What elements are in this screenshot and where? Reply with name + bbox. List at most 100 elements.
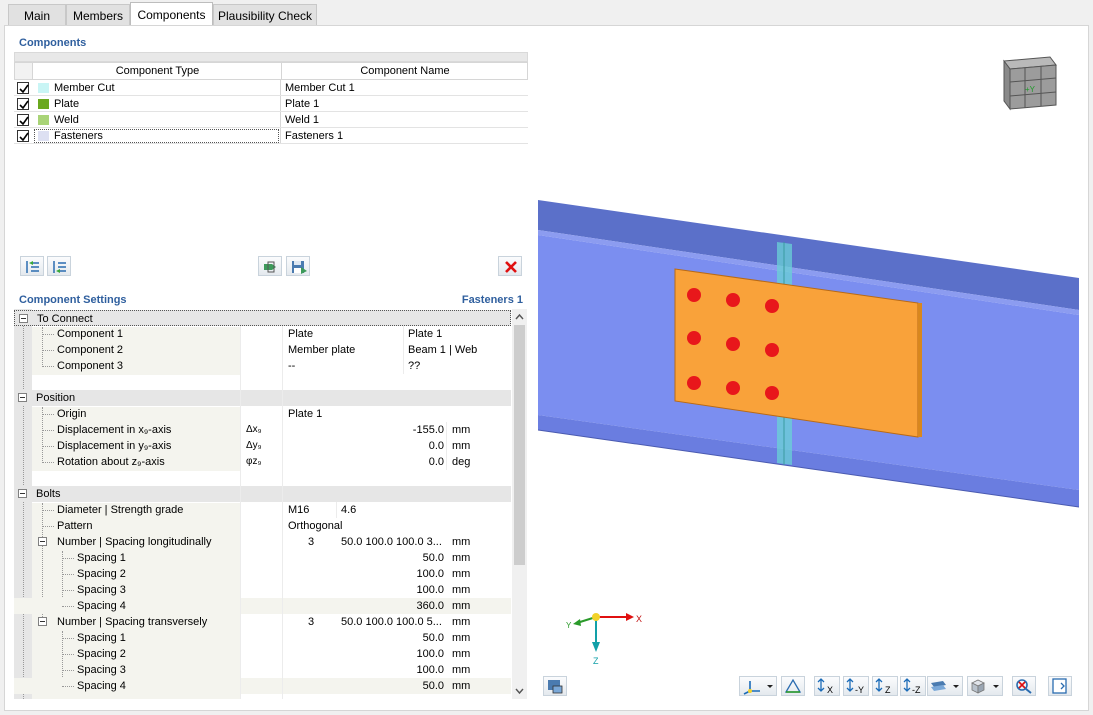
color-swatch bbox=[38, 83, 49, 93]
import-component-button[interactable] bbox=[258, 256, 282, 276]
zoom-reset-icon bbox=[1014, 677, 1034, 695]
svg-text:X: X bbox=[827, 685, 833, 695]
setting-row[interactable]: Spacing 2 100.0 mm bbox=[14, 646, 511, 662]
tab-members[interactable]: Members bbox=[66, 4, 130, 26]
collapse-icon[interactable] bbox=[18, 393, 27, 402]
setting-row[interactable]: Spacing 4 360.0 mm bbox=[14, 598, 511, 614]
visibility-dropdown[interactable] bbox=[927, 676, 963, 696]
setting-row[interactable]: Spacing 3 100.0 mm bbox=[14, 662, 511, 678]
collapse-icon[interactable] bbox=[38, 617, 47, 626]
axis-triad-icon: X Y Z bbox=[566, 600, 656, 670]
grid-header-top bbox=[14, 52, 528, 62]
group-bolts[interactable]: Bolts bbox=[14, 486, 511, 502]
move-down-button[interactable] bbox=[47, 256, 71, 276]
scroll-thumb[interactable] bbox=[514, 325, 525, 565]
3d-view[interactable]: +Y X Y Z X -Y Z -Z bbox=[538, 35, 1079, 703]
checkbox[interactable] bbox=[17, 82, 29, 94]
tab-main[interactable]: Main bbox=[8, 4, 66, 26]
group-position[interactable]: Position bbox=[14, 390, 511, 406]
setting-row[interactable]: Displacement in y₉-axis Δy₉ 0.0 mm bbox=[14, 438, 511, 454]
components-section-title: Components bbox=[19, 37, 86, 49]
svg-text:-Z: -Z bbox=[912, 685, 921, 695]
setting-row[interactable]: Origin Plate 1 bbox=[14, 406, 511, 422]
render-mode-icon bbox=[783, 677, 803, 695]
table-row[interactable]: Member Cut Member Cut 1 bbox=[14, 80, 528, 96]
view-x-button[interactable]: X bbox=[814, 676, 840, 696]
zoom-reset-button[interactable] bbox=[1012, 676, 1036, 696]
component-type-cell: Weld bbox=[54, 112, 79, 128]
move-up-button[interactable] bbox=[20, 256, 44, 276]
tab-components[interactable]: Components bbox=[130, 2, 213, 26]
header-component-type[interactable]: Component Type bbox=[34, 63, 282, 79]
tab-bar: Main Members Components Plausibility Che… bbox=[0, 0, 1093, 26]
svg-text:Z: Z bbox=[885, 685, 891, 695]
collapse-icon[interactable] bbox=[18, 489, 27, 498]
move-up-icon bbox=[24, 259, 42, 275]
setting-row[interactable]: Spacing 1 50.0 mm bbox=[14, 630, 511, 646]
view-minus-z-button[interactable]: -Z bbox=[900, 676, 926, 696]
components-grid-header: Component Type Component Name bbox=[14, 62, 528, 80]
save-component-button[interactable] bbox=[286, 256, 310, 276]
setting-row[interactable]: Number | Spacing longitudinally 3 50.0 1… bbox=[14, 534, 511, 550]
table-row[interactable]: Weld Weld 1 bbox=[14, 112, 528, 128]
save-icon bbox=[290, 259, 308, 275]
color-swatch bbox=[38, 99, 49, 109]
import-icon bbox=[262, 259, 280, 275]
color-swatch bbox=[38, 115, 49, 125]
tab-plausibility-check[interactable]: Plausibility Check bbox=[213, 4, 317, 26]
setting-row[interactable]: Displacement in x₉-axis Δx₉ -155.0 mm bbox=[14, 422, 511, 438]
panel-toggle-icon bbox=[1050, 677, 1070, 695]
panel-toggle-button[interactable] bbox=[1048, 676, 1072, 696]
view-minus-y-button[interactable]: -Y bbox=[843, 676, 869, 696]
component-name-cell: Member Cut 1 bbox=[285, 80, 355, 96]
svg-text:Y: Y bbox=[566, 621, 572, 630]
setting-row[interactable]: Number | Spacing transversely 3 50.0 100… bbox=[14, 614, 511, 630]
table-row[interactable]: Fasteners Fasteners 1 bbox=[14, 128, 528, 144]
collapse-icon[interactable] bbox=[38, 537, 47, 546]
checkbox[interactable] bbox=[17, 130, 29, 142]
setting-row[interactable]: Rotation about z₉-axis φz₉ 0.0 deg bbox=[14, 454, 511, 470]
setting-row[interactable]: Diameter | Strength grade M16 4.6 bbox=[14, 502, 511, 518]
component-type-cell: Plate bbox=[54, 96, 79, 112]
svg-text:+Y: +Y bbox=[1025, 85, 1036, 94]
header-component-name[interactable]: Component Name bbox=[283, 63, 527, 79]
components-grid: Member Cut Member Cut 1 Plate Plate 1 We… bbox=[14, 80, 528, 252]
view-minus-y-icon: -Y bbox=[844, 677, 868, 695]
setting-row[interactable]: Pattern Orthogonal bbox=[14, 518, 511, 534]
settings-current-component: Fasteners 1 bbox=[423, 294, 523, 306]
checkbox[interactable] bbox=[17, 114, 29, 126]
shading-dropdown[interactable] bbox=[967, 676, 1003, 696]
svg-text:Z: Z bbox=[593, 656, 599, 666]
scroll-down-icon[interactable] bbox=[512, 684, 527, 698]
view-z-button[interactable]: Z bbox=[872, 676, 898, 696]
color-swatch bbox=[38, 131, 49, 141]
setting-row[interactable]: Spacing 1 50.0 mm bbox=[14, 550, 511, 566]
view-cube-icon[interactable]: +Y bbox=[1000, 51, 1060, 111]
component-name-cell: Plate 1 bbox=[285, 96, 319, 112]
setting-row[interactable]: Spacing 4 50.0 mm bbox=[14, 678, 511, 694]
setting-row[interactable]: Spacing 3 100.0 mm bbox=[14, 582, 511, 598]
collapse-icon[interactable] bbox=[19, 314, 28, 323]
checkbox[interactable] bbox=[17, 98, 29, 110]
view-axis-dropdown[interactable] bbox=[739, 676, 777, 696]
axis-view-icon bbox=[740, 677, 776, 695]
setting-row[interactable]: Spacing 2 100.0 mm bbox=[14, 566, 511, 582]
setting-row[interactable]: Component 2 Member plate Beam 1 | Web bbox=[14, 342, 511, 358]
view-z-icon: Z bbox=[873, 677, 897, 695]
display-settings-button[interactable] bbox=[543, 676, 567, 696]
display-settings-icon bbox=[545, 677, 565, 695]
svg-text:X: X bbox=[636, 614, 642, 624]
table-row[interactable]: Plate Plate 1 bbox=[14, 96, 528, 112]
delete-component-button[interactable] bbox=[498, 256, 522, 276]
component-type-cell: Fasteners bbox=[54, 128, 103, 144]
view-x-icon: X bbox=[815, 677, 839, 695]
settings-scrollbar[interactable] bbox=[512, 309, 527, 699]
group-to-connect[interactable]: To Connect bbox=[14, 310, 511, 326]
setting-row[interactable]: Component 3 -- ?? bbox=[14, 358, 511, 374]
settings-section-title: Component Settings bbox=[19, 294, 127, 306]
render-mode-button[interactable] bbox=[781, 676, 805, 696]
cube-icon bbox=[968, 677, 1002, 695]
visibility-icon bbox=[928, 677, 962, 695]
scroll-up-icon[interactable] bbox=[512, 310, 527, 324]
setting-row[interactable]: Component 1 Plate Plate 1 bbox=[14, 326, 511, 342]
